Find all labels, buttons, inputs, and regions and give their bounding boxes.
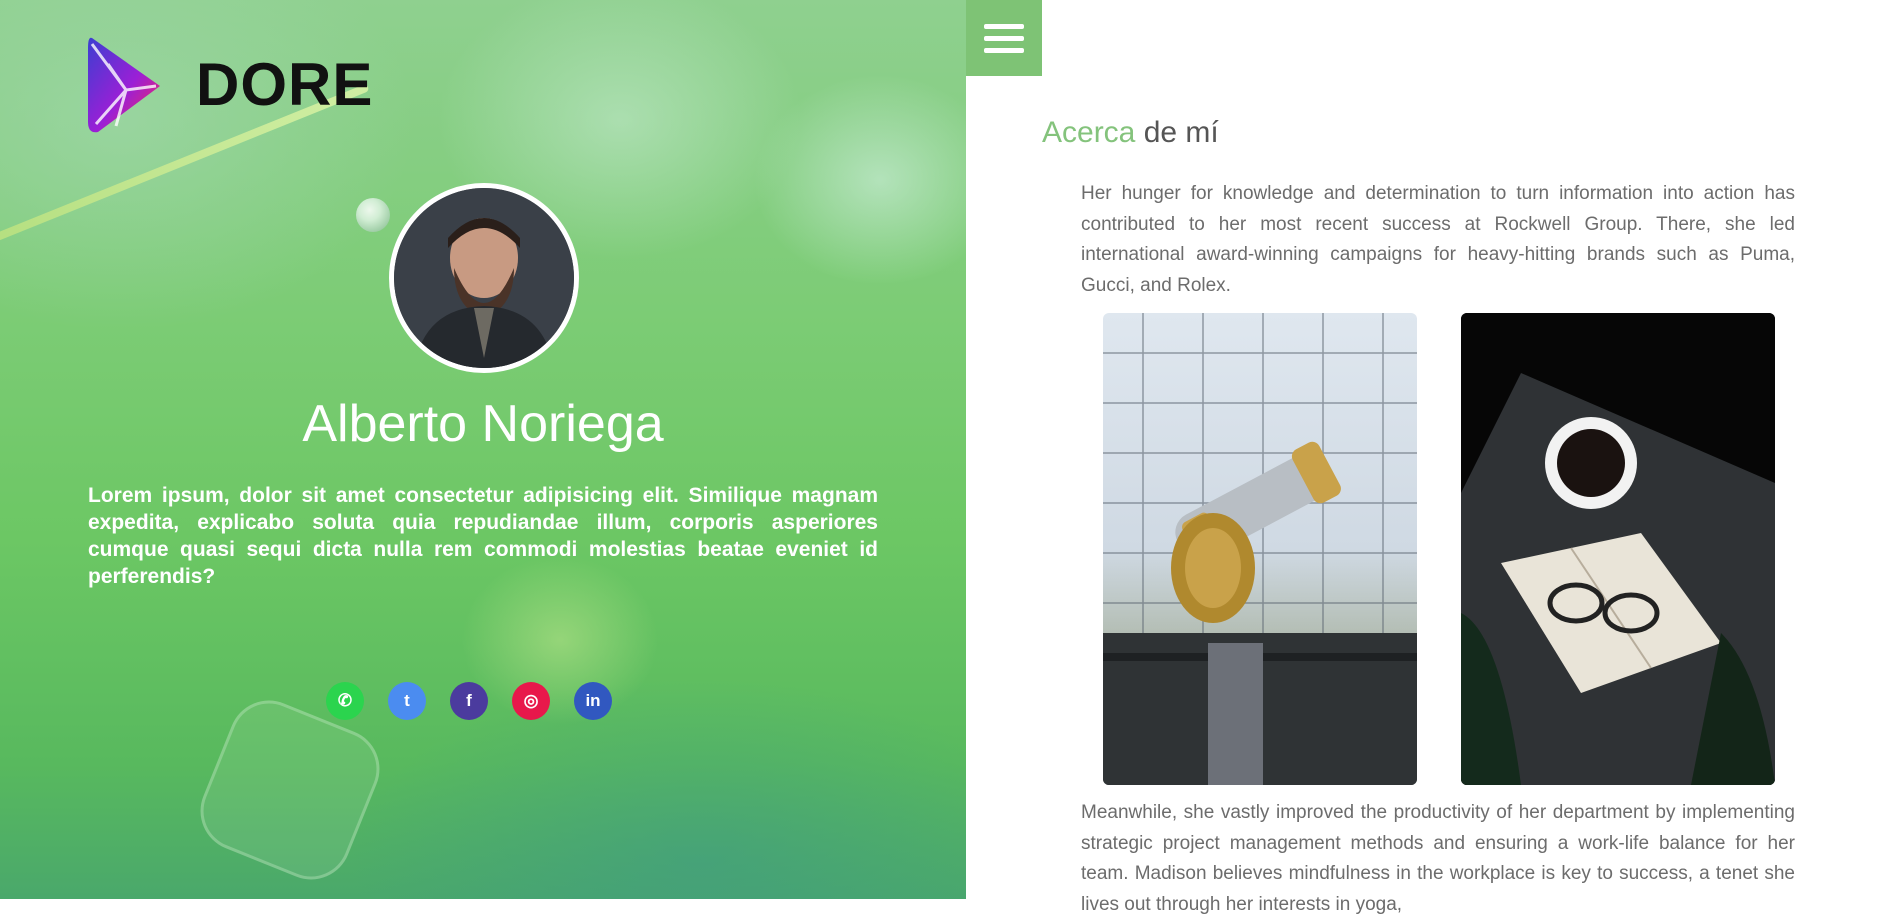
person-name: Alberto Noriega <box>302 395 664 453</box>
coffee-book-glasses-photo <box>1461 313 1775 785</box>
person-bio: Lorem ipsum, dolor sit amet consectetur … <box>88 484 878 588</box>
menu-bar <box>984 47 1024 53</box>
facebook-icon[interactable]: f <box>450 682 488 720</box>
coffee-book-glasses-photo-icon <box>1461 313 1775 785</box>
binoculars-photo <box>1103 313 1417 785</box>
social-links: ✆ t f ◎ in <box>326 682 612 720</box>
brand-name: DORE <box>196 50 374 118</box>
water-drop-decoration <box>356 198 390 232</box>
hamburger-menu-icon[interactable] <box>966 0 1042 76</box>
section-title-accent: Acerca <box>1042 116 1136 149</box>
section-title-rest: de mí <box>1135 116 1219 149</box>
instagram-icon[interactable]: ◎ <box>512 682 550 720</box>
person-photo-icon <box>394 188 574 368</box>
logo-mark-icon <box>88 37 160 133</box>
section-title: Acerca de mí <box>1042 116 1219 150</box>
linkedin-icon[interactable]: in <box>574 682 612 720</box>
hero-panel: DORE Alberto Noriega Lorem ipsum, dolor … <box>0 0 966 899</box>
whatsapp-icon[interactable]: ✆ <box>326 682 364 720</box>
menu-bar <box>984 23 1024 29</box>
about-paragraph: Her hunger for knowledge and determinati… <box>1081 183 1795 296</box>
about-paragraph-2: Meanwhile, she vastly improved the produ… <box>1081 802 1795 915</box>
avatar <box>389 183 579 373</box>
menu-bar <box>984 35 1024 41</box>
twitter-icon[interactable]: t <box>388 682 426 720</box>
brand-logo[interactable]: DORE <box>86 34 373 134</box>
binoculars-photo-icon <box>1103 313 1417 785</box>
